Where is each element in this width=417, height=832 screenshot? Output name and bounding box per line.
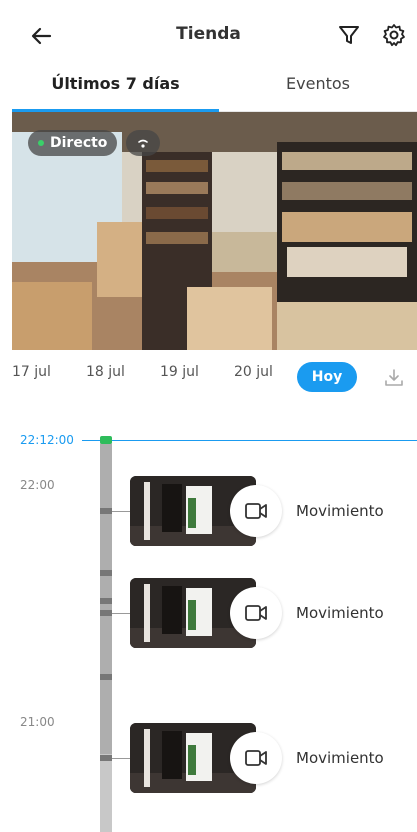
video-camera-icon	[245, 750, 267, 766]
timeline-tick	[100, 508, 112, 514]
date-item[interactable]: 17 jul	[12, 364, 51, 380]
event-item[interactable]: Movimiento	[130, 723, 417, 793]
tab-last-7-days[interactable]: Últimos 7 días	[12, 74, 219, 110]
hour-label: 21:00	[20, 715, 55, 729]
event-label: Movimiento	[296, 749, 384, 767]
current-time-marker	[100, 436, 112, 444]
live-label: Directo	[50, 135, 108, 151]
live-indicator-dot	[38, 140, 44, 146]
date-item[interactable]: 20 jul	[234, 364, 273, 380]
video-camera-icon	[245, 503, 267, 519]
live-video-player[interactable]: Directo	[12, 112, 417, 350]
timeline-tick	[100, 674, 112, 680]
tab-events[interactable]: Eventos	[219, 74, 417, 110]
timeline-tick	[100, 570, 112, 576]
event-item[interactable]: Movimiento	[130, 578, 417, 648]
event-type-badge	[230, 485, 282, 537]
download-button[interactable]	[382, 366, 406, 390]
date-selector: 17 jul 18 jul 19 jul 20 jul Hoy	[0, 354, 417, 400]
event-connector	[112, 758, 130, 759]
timeline-tick	[100, 598, 112, 604]
wifi-icon	[138, 139, 148, 148]
event-type-badge	[230, 587, 282, 639]
date-item[interactable]: 19 jul	[160, 364, 199, 380]
video-camera-icon	[245, 605, 267, 621]
hour-label: 22:00	[20, 478, 55, 492]
event-label: Movimiento	[296, 502, 384, 520]
date-item[interactable]: 18 jul	[86, 364, 125, 380]
date-today[interactable]: Hoy	[297, 362, 357, 392]
tab-bar: Últimos 7 días Eventos	[12, 70, 417, 112]
connection-badge[interactable]	[126, 130, 160, 156]
download-icon	[385, 369, 403, 386]
event-type-badge	[230, 732, 282, 784]
live-badge: Directo	[28, 130, 118, 156]
settings-button[interactable]	[381, 22, 407, 48]
timeline-tick	[100, 755, 112, 761]
filter-icon	[339, 26, 359, 44]
gear-icon	[383, 24, 405, 47]
app-header: Tienda	[0, 0, 417, 70]
event-timeline[interactable]: 22:12:00 22:00 21:00 Movimiento Movimien…	[0, 400, 417, 832]
timeline-tick	[100, 610, 112, 616]
event-connector	[112, 613, 130, 614]
current-time-line	[82, 440, 417, 441]
event-connector	[112, 511, 130, 512]
event-item[interactable]: Movimiento	[130, 476, 417, 546]
filter-button[interactable]	[336, 22, 362, 48]
current-time-label: 22:12:00	[20, 433, 74, 447]
event-label: Movimiento	[296, 604, 384, 622]
